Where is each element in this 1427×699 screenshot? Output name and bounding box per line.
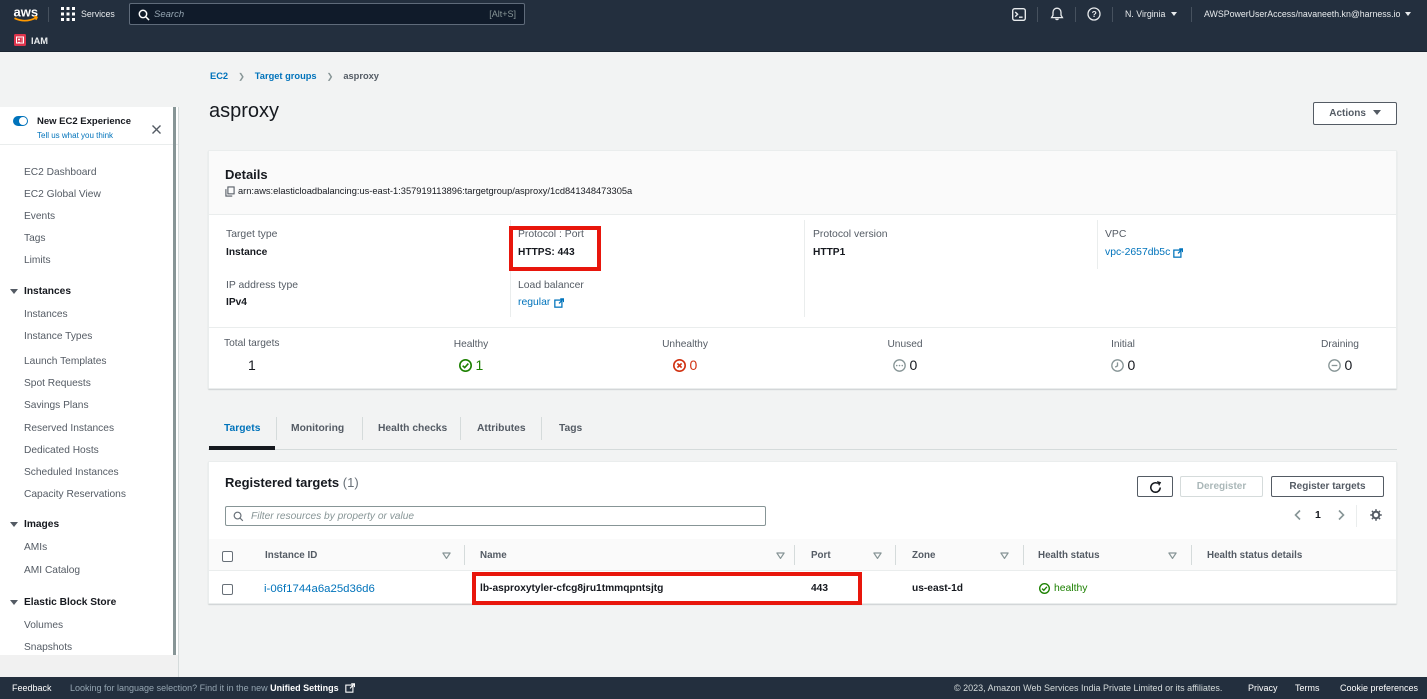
svg-text:?: ? <box>1092 9 1097 19</box>
